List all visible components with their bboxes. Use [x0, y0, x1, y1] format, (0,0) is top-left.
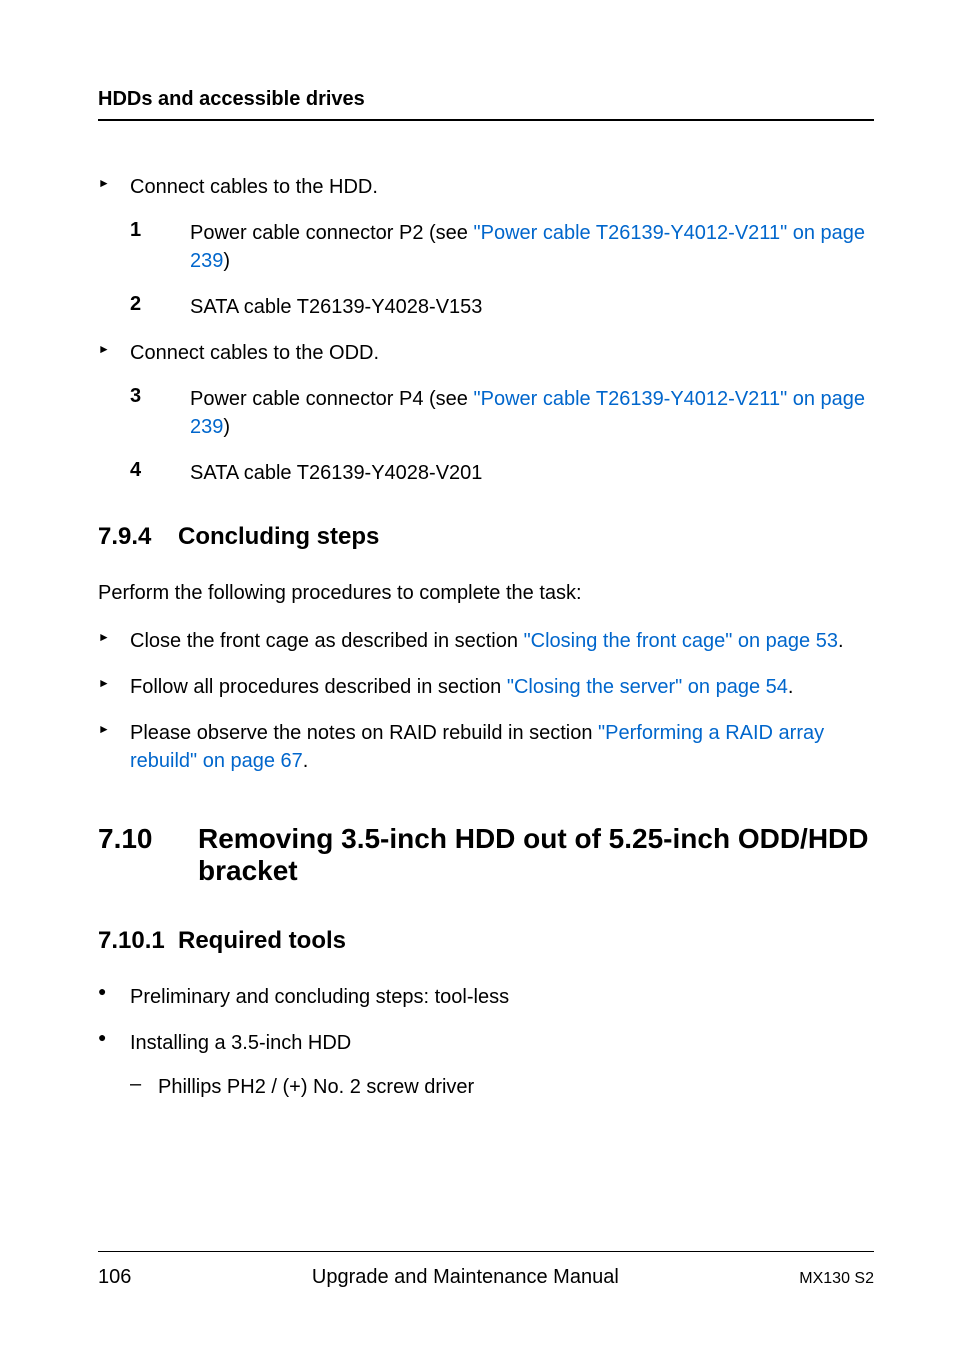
text-prefix: Power cable connector P2 (see [190, 222, 474, 244]
bullet-text: Connect cables to the HDD. [130, 173, 378, 201]
section-number: 7.10 [98, 823, 198, 887]
text-prefix: Follow all procedures described in secti… [130, 676, 507, 698]
triangle-bullet-icon [98, 719, 130, 775]
num-marker: 4 [130, 459, 190, 487]
heading-7-9-4: 7.9.4 Concluding steps [98, 523, 874, 551]
bullet-text: Preliminary and concluding steps: tool-l… [130, 983, 509, 1011]
triangle-bullet-icon [98, 173, 130, 201]
bullet-item-odd: Connect cables to the ODD. [98, 339, 874, 367]
text-suffix: ) [223, 416, 230, 438]
num-marker: 3 [130, 385, 190, 441]
page-header-title: HDDs and accessible drives [98, 88, 874, 121]
bullet-text: Follow all procedures described in secti… [130, 673, 793, 701]
num-text: Power cable connector P2 (see "Power cab… [190, 219, 874, 275]
text-suffix: . [303, 750, 309, 772]
triangle-bullet-icon [98, 673, 130, 701]
link-closing-front-cage[interactable]: "Closing the front cage" on page 53 [524, 630, 838, 652]
bullet-text: Connect cables to the ODD. [130, 339, 379, 367]
numbered-item-4: 4 SATA cable T26139-Y4028-V201 [130, 459, 874, 487]
text-prefix: Close the front cage as described in sec… [130, 630, 524, 652]
numbered-item-3: 3 Power cable connector P4 (see "Power c… [130, 385, 874, 441]
numbered-list-hdd: 1 Power cable connector P2 (see "Power c… [130, 219, 874, 321]
numbered-item-2: 2 SATA cable T26139-Y4028-V153 [130, 293, 874, 321]
bullet-text: Close the front cage as described in sec… [130, 627, 844, 655]
text-prefix: Power cable connector P4 (see [190, 388, 474, 410]
section-title: Concluding steps [178, 523, 379, 551]
page-footer: 106 Upgrade and Maintenance Manual MX130… [98, 1251, 874, 1289]
link-closing-server[interactable]: "Closing the server" on page 54 [507, 676, 788, 698]
num-marker: 1 [130, 219, 190, 275]
num-marker: 2 [130, 293, 190, 321]
tool-item-2: Installing a 3.5-inch HDD [98, 1029, 874, 1057]
bullet-item-hdd: Connect cables to the HDD. [98, 173, 874, 201]
bullet-text: Phillips PH2 / (+) No. 2 screw driver [158, 1073, 474, 1101]
section-title: Removing 3.5-inch HDD out of 5.25-inch O… [198, 823, 874, 887]
num-text: Power cable connector P4 (see "Power cab… [190, 385, 874, 441]
text-suffix: ) [223, 250, 230, 272]
numbered-item-1: 1 Power cable connector P2 (see "Power c… [130, 219, 874, 275]
footer-center-text: Upgrade and Maintenance Manual [312, 1266, 619, 1289]
section-number: 7.10.1 [98, 927, 178, 955]
bullet-icon [98, 1029, 130, 1057]
num-text: SATA cable T26139-Y4028-V153 [190, 293, 482, 321]
section-title: Required tools [178, 927, 346, 955]
triangle-bullet-icon [98, 627, 130, 655]
section-number: 7.9.4 [98, 523, 178, 551]
bullet-text: Installing a 3.5-inch HDD [130, 1029, 351, 1057]
text-suffix: . [838, 630, 844, 652]
text-prefix: Please observe the notes on RAID rebuild… [130, 722, 598, 744]
numbered-list-odd: 3 Power cable connector P4 (see "Power c… [130, 385, 874, 487]
heading-7-10: 7.10 Removing 3.5-inch HDD out of 5.25-i… [98, 823, 874, 887]
text-suffix: . [788, 676, 794, 698]
step-raid-rebuild: Please observe the notes on RAID rebuild… [98, 719, 874, 775]
bullet-text: Please observe the notes on RAID rebuild… [130, 719, 874, 775]
paragraph-intro: Perform the following procedures to comp… [98, 579, 874, 607]
tool-item-2-sub: – Phillips PH2 / (+) No. 2 screw driver [130, 1073, 874, 1101]
footer-page-number: 106 [98, 1266, 131, 1289]
num-text: SATA cable T26139-Y4028-V201 [190, 459, 482, 487]
bullet-icon [98, 983, 130, 1011]
dash-icon: – [130, 1073, 158, 1101]
step-close-front-cage: Close the front cage as described in sec… [98, 627, 874, 655]
tool-item-1: Preliminary and concluding steps: tool-l… [98, 983, 874, 1011]
footer-right-text: MX130 S2 [799, 1270, 874, 1288]
heading-7-10-1: 7.10.1 Required tools [98, 927, 874, 955]
step-closing-server: Follow all procedures described in secti… [98, 673, 874, 701]
triangle-bullet-icon [98, 339, 130, 367]
